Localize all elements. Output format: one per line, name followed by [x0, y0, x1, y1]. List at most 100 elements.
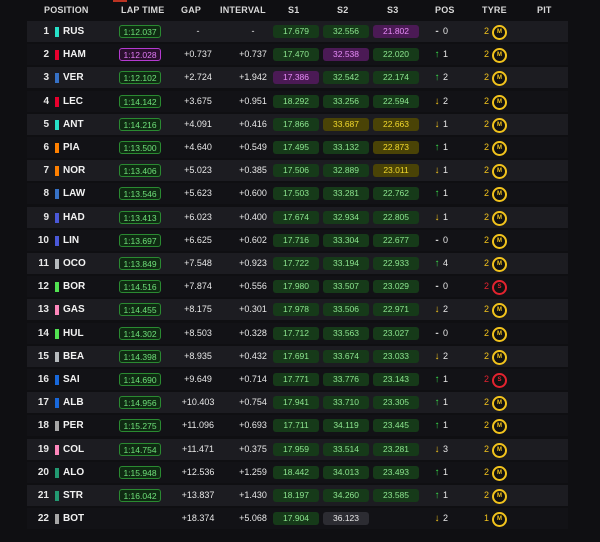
- sector-s1-time: 17.674: [273, 210, 319, 224]
- table-row[interactable]: 6 PIA 1:13.500 +4.640 +0.549 17.495 33.132 22.8…: [27, 137, 568, 158]
- interval-value: +0.375: [239, 443, 267, 454]
- position-change-value: 2: [443, 513, 449, 524]
- table-row[interactable]: 3 VER 1:12.102 +2.724 +1.942 17.386 32.542 22.1…: [27, 67, 568, 89]
- driver-code[interactable]: ALB: [63, 392, 84, 413]
- driver-code[interactable]: LAW: [63, 183, 85, 204]
- sector-s2-time: 32.542: [323, 71, 369, 85]
- team-color-bar: [55, 50, 59, 61]
- driver-code[interactable]: HAD: [63, 207, 85, 228]
- position-number: 20: [37, 466, 49, 478]
- table-row[interactable]: 5 ANT 1:14.216 +4.091 +0.416 17.866 33.687 22.6…: [27, 113, 568, 135]
- position-number: 14: [37, 327, 49, 339]
- table-row[interactable]: 4 LEC 1:14.142 +3.675 +0.951 18.292 33.256 22.5…: [27, 90, 568, 112]
- soft-tyre-icon: S: [492, 280, 507, 296]
- driver-code[interactable]: GAS: [63, 299, 85, 320]
- driver-code[interactable]: ALO: [63, 462, 84, 483]
- table-row[interactable]: 9 HAD 1:13.413 +6.023 +0.400 17.674 32.934 22.8…: [27, 206, 568, 228]
- tyre-laps: 2: [483, 49, 489, 60]
- sector-s3-time: 22.873: [373, 141, 419, 154]
- position-change-up-arrow-icon: ↑: [434, 142, 440, 153]
- sector-s1-time: 18.292: [273, 94, 319, 108]
- medium-tyre-icon: M: [492, 396, 507, 412]
- table-row[interactable]: 15 BEA 1:14.398 +8.935 +0.432 17.691 33.674 23.…: [27, 345, 568, 367]
- sector-s1-time: 17.866: [273, 117, 319, 131]
- tyre-laps: 2: [483, 443, 489, 454]
- driver-code[interactable]: RUS: [63, 21, 84, 42]
- lap-time: 1:15.948: [119, 465, 161, 479]
- position-change-value: 2: [443, 72, 449, 83]
- sector-s1-time: 17.716: [273, 233, 319, 247]
- position-number: 21: [37, 490, 49, 501]
- interval-value: +0.923: [239, 258, 267, 268]
- tyre-laps: 2: [483, 281, 489, 292]
- sector-s2-time: 33.776: [323, 373, 369, 386]
- table-row[interactable]: 17 ALB 1:14.956 +10.403 +0.754 17.941 33.710 23…: [27, 392, 568, 414]
- driver-code[interactable]: LIN: [63, 230, 79, 251]
- sector-s3-time: 23.493: [373, 465, 419, 479]
- gap-value: +10.403: [181, 397, 215, 408]
- team-color-bar: [55, 259, 59, 269]
- driver-code[interactable]: LEC: [63, 91, 83, 112]
- interval-value: +0.602: [239, 234, 267, 245]
- table-row[interactable]: 10 LIN 1:13.697 +6.625 +0.602 17.716 33.304 22.…: [27, 229, 568, 251]
- lap-time: 1:14.690: [119, 373, 161, 386]
- driver-code[interactable]: COL: [63, 439, 84, 460]
- table-row[interactable]: 18 PER 1:15.275 +11.096 +0.693 17.711 34.119 23…: [27, 415, 568, 437]
- interval-value: +0.714: [239, 374, 267, 384]
- driver-code[interactable]: VER: [63, 67, 84, 88]
- table-row[interactable]: 13 GAS 1:14.455 +8.175 +0.301 17.978 33.506 22.…: [27, 299, 568, 321]
- table-row[interactable]: 19 COL 1:14.754 +11.471 +0.375 17.959 33.514 23…: [27, 438, 568, 460]
- lap-time: 1:14.516: [119, 280, 161, 294]
- sector-s3-time: 23.011: [373, 164, 419, 178]
- table-row[interactable]: 21 STR 1:16.042 +13.837 +1.430 18.197 34.260 23…: [27, 485, 568, 506]
- sector-s3-time: 23.585: [373, 489, 419, 502]
- driver-code[interactable]: OCO: [63, 253, 86, 274]
- sector-s2-time: 32.934: [323, 210, 369, 224]
- medium-tyre-icon: M: [492, 489, 507, 504]
- sector-s3-time: 23.143: [373, 373, 419, 386]
- driver-code[interactable]: HAM: [63, 44, 86, 65]
- lap-time: 1:16.042: [119, 489, 161, 502]
- table-row[interactable]: 11 OCO 1:13.849 +7.548 +0.923 17.722 33.194 22.…: [27, 253, 568, 274]
- header-interval: INTERVAL: [220, 5, 266, 15]
- interval-value: +0.432: [239, 350, 267, 361]
- medium-tyre-icon: M: [492, 512, 507, 528]
- position-change-value: 1: [443, 118, 449, 129]
- driver-code[interactable]: BOT: [63, 508, 84, 529]
- gap-value: +0.737: [184, 49, 212, 60]
- table-row[interactable]: 7 NOR 1:13.406 +5.023 +0.385 17.506 32.889 23.0…: [27, 160, 568, 182]
- driver-code[interactable]: BEA: [63, 346, 84, 367]
- table-row[interactable]: 22 BOT +18.374 +5.068 17.904 36.123 ↓ 2 1 M: [27, 508, 568, 530]
- lap-time: 1:12.102: [119, 71, 161, 85]
- tyre-laps: 2: [483, 420, 489, 431]
- driver-code[interactable]: HUL: [63, 323, 84, 344]
- position-change-down-arrow-icon: ↓: [434, 513, 440, 525]
- table-row[interactable]: 14 HUL 1:14.302 +8.503 +0.328 17.712 33.563 23.…: [27, 322, 568, 344]
- timing-board: POSITION LAP TIME GAP INTERVAL S1 S2 S3 …: [0, 0, 600, 542]
- tyre-laps: 2: [483, 350, 489, 361]
- table-row[interactable]: 2 HAM 1:12.028 +0.737 +0.737 17.470 32.538 22.0…: [27, 44, 568, 66]
- position-number: 6: [43, 142, 49, 153]
- driver-code[interactable]: PIA: [63, 137, 80, 158]
- driver-code[interactable]: STR: [63, 485, 83, 506]
- table-row[interactable]: 8 LAW 1:13.546 +5.623 +0.600 17.503 33.281 22.7…: [27, 183, 568, 205]
- table-row[interactable]: 1 RUS 1:12.037- -17.679 32.556 21.802-0 2 M: [27, 21, 568, 42]
- position-number: 2: [43, 49, 49, 61]
- position-change-up-arrow-icon: ↑: [434, 49, 440, 61]
- lap-time: 1:13.546: [119, 187, 161, 201]
- team-color-bar: [55, 96, 59, 107]
- driver-code[interactable]: NOR: [63, 160, 85, 181]
- table-row[interactable]: 12 BOR 1:14.516 +7.874 +0.556 17.980 33.507 23.…: [27, 276, 568, 298]
- driver-code[interactable]: SAI: [63, 369, 80, 390]
- table-row[interactable]: 20 ALO 1:15.948 +12.536 +1.259 18.442 34.013 23…: [27, 461, 568, 483]
- interval-value: +0.951: [239, 95, 267, 106]
- driver-code[interactable]: PER: [63, 415, 84, 436]
- table-row[interactable]: 16 SAI 1:14.690 +9.649 +0.714 17.771 33.776 23.…: [27, 369, 568, 390]
- driver-code[interactable]: ANT: [63, 114, 84, 135]
- position-number: 3: [43, 72, 49, 84]
- interval-value: +1.942: [239, 72, 267, 83]
- tyre-laps: 2: [483, 234, 489, 245]
- position-change-value: 2: [443, 95, 449, 106]
- driver-code[interactable]: BOR: [63, 276, 85, 297]
- position-number: 18: [37, 420, 49, 432]
